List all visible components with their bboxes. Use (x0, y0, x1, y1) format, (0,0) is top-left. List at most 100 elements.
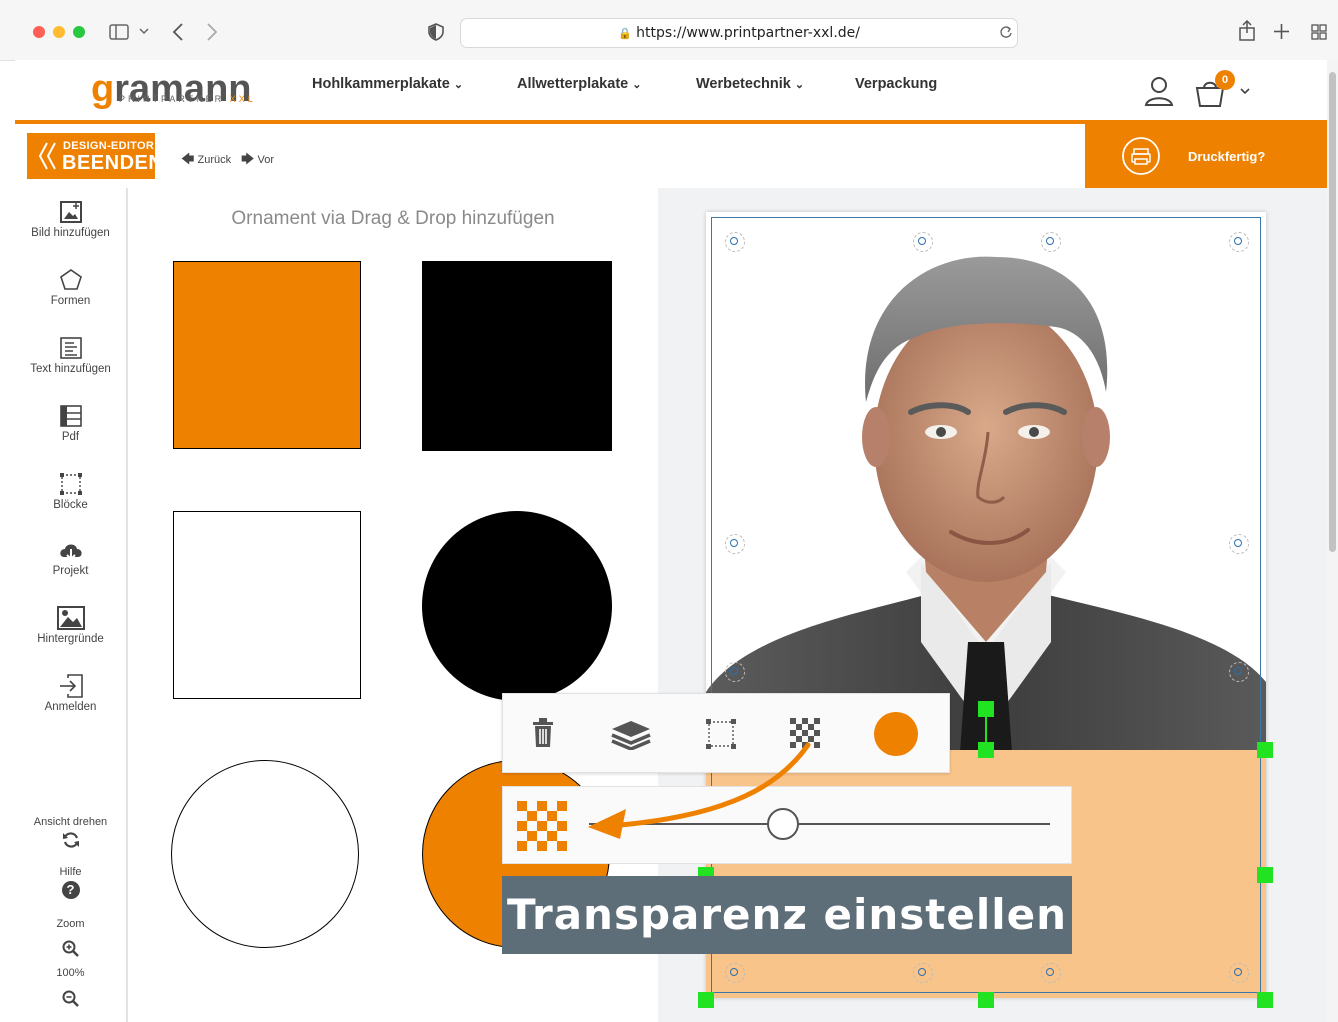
text-icon (59, 337, 82, 359)
question-icon: ? (61, 881, 80, 899)
minimize-window-button[interactable] (53, 26, 65, 38)
pdf-icon (59, 405, 82, 427)
resize-handle-right[interactable] (1257, 867, 1273, 883)
shield-icon[interactable] (428, 23, 444, 41)
print-ready-label: Druckfertig? (1188, 149, 1266, 164)
trash-icon[interactable] (532, 718, 554, 748)
sidebar-item-add-image[interactable]: Bild hinzufügen (15, 200, 126, 239)
grid-marker (1229, 232, 1249, 252)
editor-sidebar: Bild hinzufügen Formen Text hinzufügen P… (15, 188, 127, 1022)
color-swatch-button[interactable] (874, 712, 918, 756)
maximize-window-button[interactable] (73, 26, 85, 38)
back-nav-icon[interactable] (172, 23, 184, 41)
url-text: 🔒 https://www.printpartner-xxl.de/ (461, 25, 1017, 41)
close-window-button[interactable] (33, 26, 45, 38)
printer-icon (1122, 137, 1160, 175)
grid-marker (725, 963, 745, 983)
nav-label: Werbetechnik (696, 76, 791, 92)
sidebar-item-add-text[interactable]: Text hinzufügen (15, 336, 126, 375)
nav-label: Verpackung (855, 76, 938, 92)
grid-marker (725, 534, 745, 554)
print-ready-button[interactable]: Druckfertig? (1085, 124, 1327, 188)
new-tab-icon[interactable] (1273, 23, 1290, 40)
editor-toolbar: DESIGN-EDITOR BEENDEN 🡄 Zurück 🡆 Vor Dru… (15, 124, 1327, 188)
nav-allwetterplakate[interactable]: Allwetterplakate ⌄ (517, 76, 641, 92)
help-label: Hilfe (59, 866, 82, 878)
nav-hohlkammerplakate[interactable]: Hohlkammerplakate ⌄ (312, 76, 463, 92)
reload-icon[interactable] (999, 25, 1013, 39)
zoom-in-icon[interactable] (62, 940, 80, 958)
chevron-down-icon: ⌄ (632, 79, 642, 91)
share-icon[interactable] (1238, 20, 1256, 42)
rotate-handle[interactable] (978, 701, 994, 717)
exit-editor-bottom-label: BEENDEN (62, 152, 164, 174)
undo-arrow-icon: 🡄 (181, 151, 195, 166)
grid-marker (725, 232, 745, 252)
undo-button[interactable]: 🡄 Zurück (181, 150, 231, 172)
rotate-view-label: Ansicht drehen (33, 816, 108, 828)
redo-button[interactable]: 🡆 Vor (241, 150, 274, 172)
ornament-orange-square[interactable] (173, 261, 361, 449)
sidebar-item-label: Blöcke (53, 499, 88, 511)
grid-marker (1229, 963, 1249, 983)
sidebar-item-label: Projekt (52, 565, 89, 577)
sidebar-item-label: Hintergründe (37, 633, 104, 645)
background-image-icon (56, 606, 85, 630)
sidebar-item-shapes[interactable]: Formen (15, 268, 126, 307)
sidebar-item-backgrounds[interactable]: Hintergründe (15, 606, 126, 645)
transparency-icon (517, 801, 567, 851)
sidebar-item-label: Pdf (61, 431, 80, 443)
sidebar-item-label: Bild hinzufügen (31, 227, 110, 239)
grid-marker (1041, 232, 1061, 252)
page-scrollbar[interactable] (1327, 60, 1338, 1022)
resize-handle-top[interactable] (978, 742, 994, 758)
sidebar-item-pdf[interactable]: Pdf (15, 404, 126, 443)
sidebar-toggle-icon[interactable] (109, 24, 129, 40)
tab-overview-icon[interactable] (1311, 24, 1327, 40)
forward-nav-icon[interactable] (206, 23, 218, 41)
exit-editor-top-label: DESIGN-EDITOR (63, 140, 155, 152)
lock-icon: 🔒 (618, 27, 632, 40)
grid-marker (725, 662, 745, 682)
chevron-down-icon[interactable] (139, 28, 149, 36)
zoom-out-icon[interactable] (62, 990, 80, 1008)
instruction-banner: Transparenz einstellen (502, 876, 1072, 954)
rotate-view-button[interactable]: Ansicht drehen (15, 816, 126, 852)
resize-handle-bottom[interactable] (978, 992, 994, 1008)
ornament-white-square[interactable] (173, 511, 361, 699)
sidebar-item-label: Text hinzufügen (30, 363, 111, 375)
sidebar-item-blocks[interactable]: Blöcke (15, 472, 126, 511)
url-value: https://www.printpartner-xxl.de/ (636, 25, 860, 41)
login-icon (59, 674, 83, 698)
refresh-icon (62, 832, 79, 848)
resize-handle-bottom-right[interactable] (1257, 992, 1273, 1008)
ornament-black-square[interactable] (422, 261, 612, 451)
zoom-value: 100% (56, 967, 85, 979)
panel-title: Ornament via Drag & Drop hinzufügen (231, 208, 555, 229)
ornament-black-circle[interactable] (422, 511, 612, 701)
grid-marker (913, 232, 933, 252)
scrollbar-thumb[interactable] (1329, 72, 1336, 552)
grid-marker (913, 963, 933, 983)
resize-handle-bottom-left[interactable] (698, 992, 714, 1008)
resize-handle-top-right[interactable] (1257, 742, 1273, 758)
nav-label: Allwetterplakate (517, 76, 629, 92)
chevron-down-icon[interactable] (1240, 88, 1250, 95)
ornament-white-circle[interactable] (171, 760, 359, 948)
nav-verpackung[interactable]: Verpackung (855, 76, 937, 92)
logo-letter: g (91, 68, 115, 110)
logo-xxl: XXL (229, 94, 256, 104)
redo-label: Vor (257, 154, 275, 166)
redo-arrow-icon: 🡆 (241, 151, 255, 166)
grid-marker (1229, 534, 1249, 554)
logo[interactable]: gramann (91, 68, 252, 111)
browser-toolbar: 🔒 https://www.printpartner-xxl.de/ (0, 0, 1338, 61)
user-icon[interactable] (1144, 76, 1174, 106)
sidebar-item-login[interactable]: Anmelden (15, 674, 126, 713)
sidebar-item-project[interactable]: Projekt (15, 540, 126, 577)
exit-editor-button[interactable]: DESIGN-EDITOR BEENDEN (27, 133, 163, 179)
help-button[interactable]: Hilfe ? (15, 866, 126, 899)
nav-werbetechnik[interactable]: Werbetechnik ⌄ (696, 76, 804, 92)
address-bar[interactable]: 🔒 https://www.printpartner-xxl.de/ (460, 18, 1018, 48)
chevron-down-icon: ⌄ (794, 79, 805, 91)
